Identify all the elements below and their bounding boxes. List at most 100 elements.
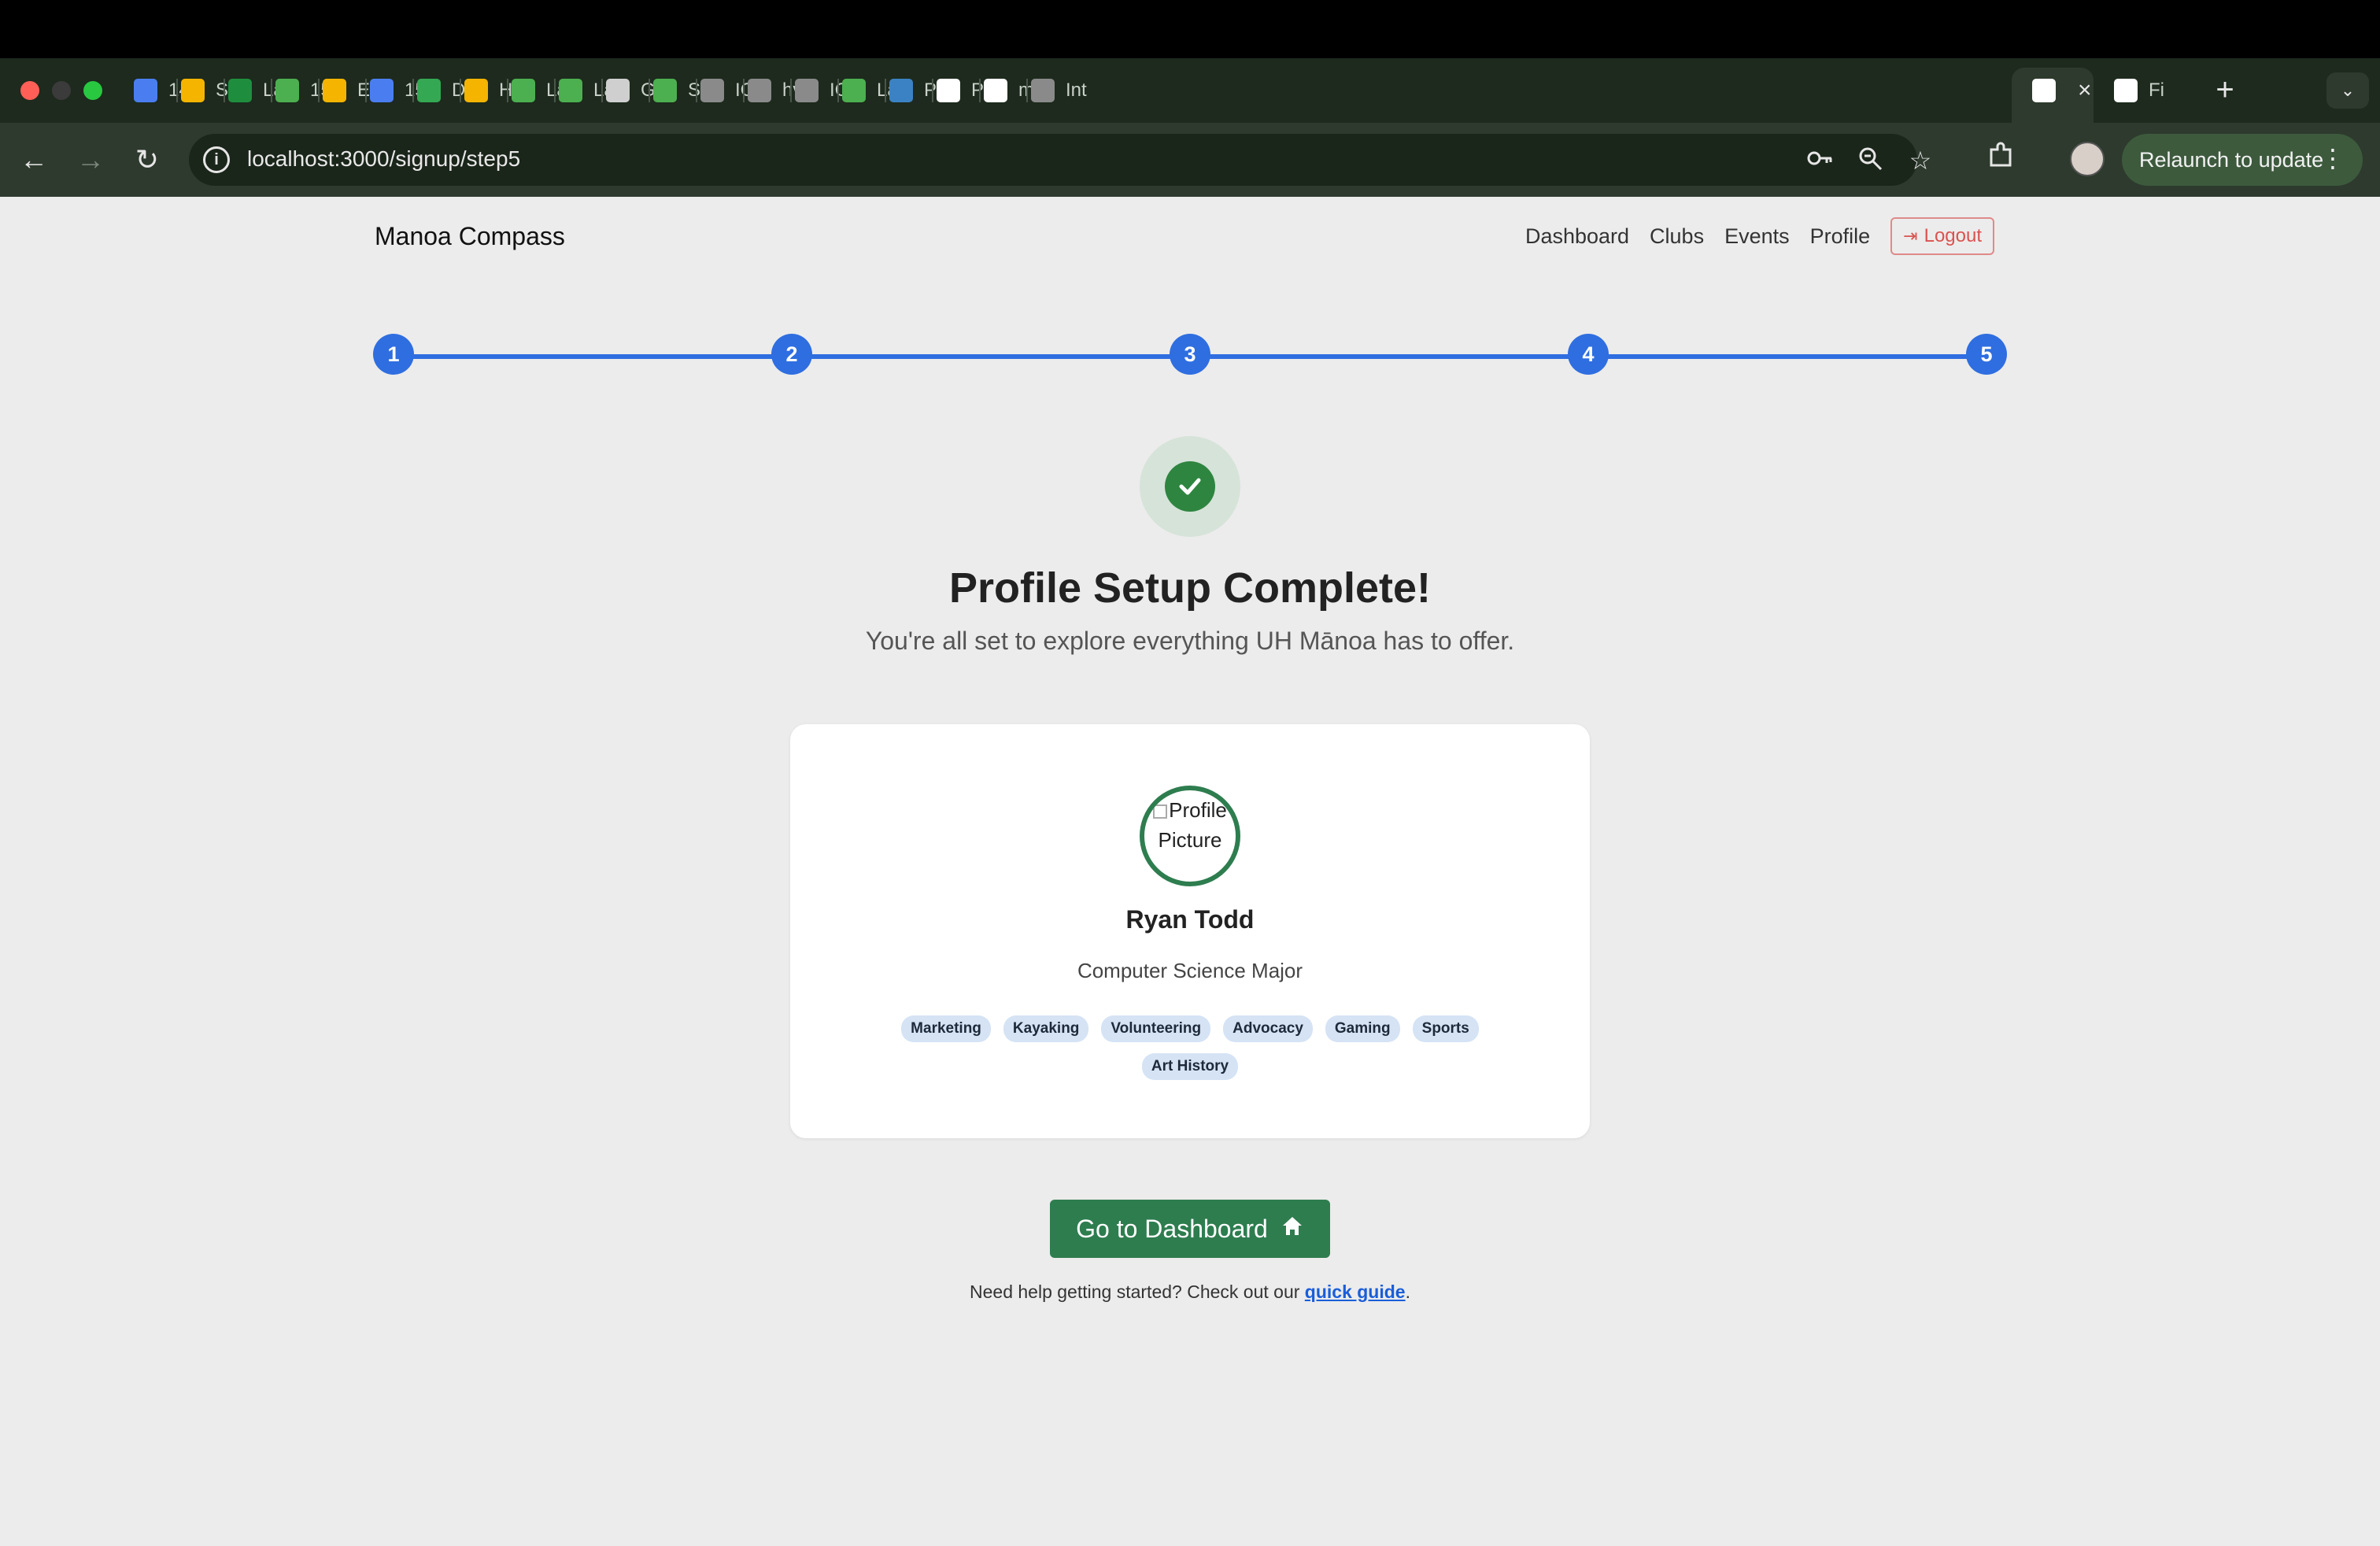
- globe-icon: [795, 79, 819, 102]
- nav-link-dashboard[interactable]: Dashboard: [1525, 224, 1629, 249]
- help-suffix: .: [1405, 1282, 1410, 1302]
- quick-guide-link[interactable]: quick guide: [1305, 1282, 1406, 1302]
- logout-label: Logout: [1924, 225, 1982, 246]
- relaunch-label: Relaunch to update: [2139, 147, 2324, 172]
- interest-tag: Volunteering: [1101, 1015, 1211, 1042]
- zoom-icon[interactable]: [1854, 145, 1886, 176]
- github-icon: [937, 79, 960, 102]
- reload-icon[interactable]: ↻: [128, 140, 167, 179]
- tab-separator: [271, 79, 272, 102]
- minimize-window-button[interactable]: [52, 81, 71, 100]
- interest-tag: Kayaking: [1003, 1015, 1089, 1042]
- help-text: Need help getting started? Check out our…: [0, 1282, 2380, 1303]
- nav-link-clubs[interactable]: Clubs: [1650, 224, 1704, 249]
- logout-icon: ⇥: [1903, 226, 1918, 246]
- leaf-icon: [512, 79, 535, 102]
- home-icon: [1281, 1214, 1304, 1244]
- step-5: 5: [1966, 334, 2007, 375]
- interest-tag: Marketing: [901, 1015, 991, 1042]
- pearson-icon: [889, 79, 913, 102]
- step-2: 2: [771, 334, 812, 375]
- site-nav: Dashboard Clubs Events Profile ⇥ Logout: [1525, 217, 1994, 255]
- browser-tab[interactable]: Int: [1031, 72, 1087, 109]
- forward-icon[interactable]: →: [71, 140, 110, 179]
- tab-separator: [365, 79, 367, 102]
- nav-link-events[interactable]: Events: [1724, 224, 1790, 249]
- interest-tag: Art History: [1141, 1053, 1239, 1080]
- leaf-icon: [559, 79, 582, 102]
- interest-tags: Marketing Kayaking Volunteering Advocacy…: [869, 1015, 1511, 1080]
- bookmark-star-icon[interactable]: ☆: [1905, 145, 1936, 176]
- globe-icon: [1031, 79, 1055, 102]
- url-text[interactable]: localhost:3000/signup/step5: [247, 146, 520, 172]
- tab-separator: [318, 79, 320, 102]
- tab-separator: [790, 79, 792, 102]
- back-icon[interactable]: ←: [14, 140, 54, 179]
- site-info-icon[interactable]: i: [203, 146, 230, 173]
- browser-tab[interactable]: Fi: [2114, 72, 2164, 109]
- logout-button[interactable]: ⇥ Logout: [1890, 217, 1994, 255]
- profile-picture-alt-1: Profile: [1169, 798, 1227, 822]
- tab-separator: [224, 79, 225, 102]
- sheets-icon: [228, 79, 252, 102]
- go-to-dashboard-button[interactable]: Go to Dashboard: [1050, 1200, 1330, 1258]
- leaf-icon: [842, 79, 866, 102]
- openai-icon: [2114, 79, 2138, 102]
- relaunch-button[interactable]: Relaunch to update ⋮: [2122, 134, 2363, 186]
- tab-separator: [743, 79, 745, 102]
- profile-major: Computer Science Major: [1077, 959, 1303, 982]
- checkmark-icon: [1165, 461, 1215, 512]
- new-tab-button[interactable]: +: [2207, 72, 2243, 109]
- tab-separator: [932, 79, 933, 102]
- step-4: 4: [1568, 334, 1609, 375]
- triangle-icon: [2032, 79, 2056, 102]
- step-1: 1: [373, 334, 414, 375]
- close-tab-icon[interactable]: ×: [2078, 77, 2092, 104]
- leaf-icon: [653, 79, 677, 102]
- help-prefix: Need help getting started? Check out our: [970, 1282, 1305, 1302]
- maximize-window-button[interactable]: [83, 81, 102, 100]
- close-window-button[interactable]: [20, 81, 39, 100]
- globe-icon: [748, 79, 771, 102]
- password-key-icon[interactable]: [1804, 145, 1835, 176]
- tab-separator: [696, 79, 697, 102]
- tab-separator: [601, 79, 603, 102]
- chart-icon: [417, 79, 441, 102]
- extensions-icon[interactable]: [1983, 142, 2018, 176]
- tab-separator: [1026, 79, 1028, 102]
- interest-tag: Advocacy: [1223, 1015, 1313, 1042]
- profile-avatar[interactable]: [2070, 142, 2105, 176]
- site-brand[interactable]: Manoa Compass: [375, 222, 565, 251]
- top-strip: [0, 0, 2380, 58]
- interest-tag: Gaming: [1325, 1015, 1400, 1042]
- tab-separator: [837, 79, 839, 102]
- page-title: Profile Setup Complete!: [948, 564, 1432, 612]
- calculator-icon: [606, 79, 630, 102]
- tab-search-button[interactable]: ⌄: [2326, 72, 2369, 109]
- profile-name: Ryan Todd: [1125, 905, 1255, 934]
- globe-icon: [700, 79, 724, 102]
- tab-separator: [554, 79, 556, 102]
- tab-separator: [979, 79, 981, 102]
- tab-separator: [176, 79, 178, 102]
- tab-separator: [507, 79, 508, 102]
- more-menu-icon[interactable]: ⋮: [2320, 143, 2345, 173]
- drive-icon: [181, 79, 205, 102]
- browser-tab[interactable]: hv: [748, 72, 802, 109]
- leaf-icon: [275, 79, 299, 102]
- go-to-dashboard-label: Go to Dashboard: [1076, 1214, 1268, 1243]
- tab-separator: [885, 79, 886, 102]
- page-subtitle: You're all set to explore everything UH …: [865, 627, 1515, 655]
- tab-title: Int: [1066, 80, 1087, 101]
- github-icon: [984, 79, 1007, 102]
- browser-tab[interactable]: IC: [795, 72, 848, 109]
- docs-icon: [134, 79, 157, 102]
- browser-tab[interactable]: ×: [2032, 72, 2092, 109]
- interest-tag: Sports: [1412, 1015, 1479, 1042]
- drive-icon: [464, 79, 488, 102]
- drive-icon: [323, 79, 346, 102]
- profile-picture-alt-2: Picture: [1158, 828, 1222, 852]
- nav-link-profile[interactable]: Profile: [1810, 224, 1871, 249]
- tab-separator: [460, 79, 461, 102]
- browser-tab[interactable]: IC: [700, 72, 754, 109]
